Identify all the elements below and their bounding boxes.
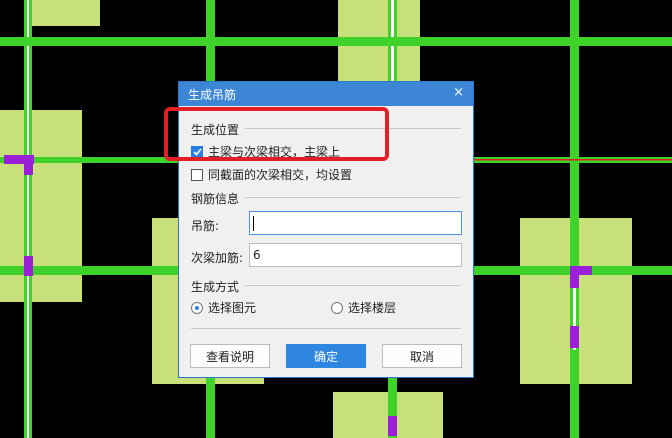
option-select-floor[interactable]: 选择楼层: [331, 299, 396, 316]
dialog-title: 生成吊筋: [188, 88, 237, 102]
method-group-title: 生成方式: [191, 280, 240, 294]
option-same-section[interactable]: 同截面的次梁相交，均设置: [191, 166, 352, 183]
beam-red-line: [470, 159, 672, 161]
secondary-beam-input-value: 6: [253, 248, 261, 262]
hanger-marker: [24, 155, 33, 175]
close-icon[interactable]: ×: [453, 85, 464, 100]
checkbox-same-section[interactable]: [191, 168, 203, 181]
column-block: [30, 0, 100, 26]
text-caret: [253, 216, 254, 231]
hanger-input[interactable]: [249, 211, 462, 235]
hanger-label: 吊筋:: [191, 219, 220, 233]
group-divider: [245, 197, 461, 198]
option-select-element[interactable]: 选择图元: [191, 299, 256, 316]
secondary-beam-input[interactable]: 6: [249, 243, 462, 267]
group-divider: [245, 285, 461, 286]
hanger-marker: [24, 256, 33, 276]
beam-vertical: [27, 0, 29, 438]
beam-vertical: [570, 0, 579, 438]
radio-select-element[interactable]: [191, 301, 203, 314]
option-select-element-label: 选择图元: [208, 301, 257, 315]
option-same-section-label: 同截面的次梁相交，均设置: [208, 168, 353, 182]
hanger-marker: [570, 326, 579, 348]
option-select-floor-label: 选择楼层: [348, 301, 397, 315]
buttons-divider: [191, 328, 461, 329]
dialog-titlebar[interactable]: 生成吊筋 ×: [179, 82, 473, 106]
hanger-marker: [388, 416, 397, 436]
radio-select-floor[interactable]: [331, 301, 343, 314]
beam-horizontal: [0, 37, 672, 46]
help-button[interactable]: 查看说明: [190, 344, 270, 368]
secondary-beam-label: 次梁加筋:: [191, 251, 244, 265]
ok-button[interactable]: 确定: [286, 344, 366, 368]
cancel-button[interactable]: 取消: [382, 344, 462, 368]
highlight-annotation: [164, 107, 389, 161]
rebar-group-title: 钢筋信息: [191, 192, 240, 206]
hanger-marker: [570, 266, 579, 288]
